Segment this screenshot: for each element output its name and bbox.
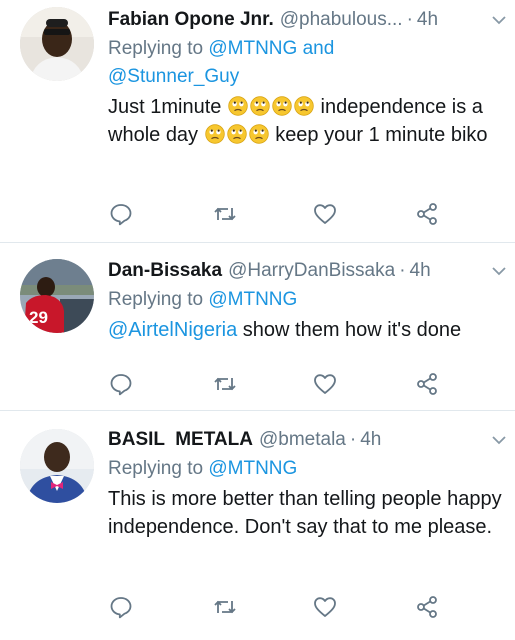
tweet-1[interactable]: Fabian Opone Jnr. @phabulous... · 4h Rep… [0,0,515,243]
mention-link[interactable]: @MTNNG [208,458,297,479]
rolling-eyes-emoji-icon [250,96,270,116]
reply-icon [110,597,132,619]
tweet-3[interactable]: BASIL METALA @bmetala · 4h Replying to @… [0,411,515,640]
jersey-number: 29 [29,308,48,327]
mention-link[interactable]: @AirtelNigeria [108,319,237,341]
reply-icon [110,374,132,396]
tweet-text-part: Just 1minute [108,96,222,118]
rolling-eyes-emoji-icon [294,96,314,116]
share-icon [417,203,437,225]
retweet-icon [214,207,236,221]
share-icon [417,373,437,395]
author-handle[interactable]: @bmetala [259,428,346,452]
tweet-header: BASIL METALA @bmetala · 4h [108,428,503,452]
heart-icon [314,374,336,394]
like-button[interactable] [312,201,338,227]
mention-link[interactable]: @MTNNG [208,289,297,310]
chevron-down-icon[interactable] [489,261,509,281]
rolling-eyes-emoji-icon [228,96,248,116]
author-name[interactable]: Fabian Opone Jnr. [108,8,274,32]
tweet-text-part: show them how it's done [237,319,462,341]
chevron-down-icon[interactable] [489,10,509,30]
avatar[interactable] [20,7,94,81]
tweet-actions [108,594,448,620]
heart-icon [314,597,336,617]
retweet-icon [214,377,236,391]
author-name[interactable]: BASIL METALA [108,428,253,452]
author-name[interactable]: Dan-Bissaka [108,259,222,283]
timestamp[interactable]: 4h [360,428,381,452]
replying-prefix: Replying to [108,289,209,310]
replying-prefix: Replying to [108,38,209,59]
mention-link[interactable]: @Stunner_Guy [108,66,239,87]
share-button[interactable] [414,594,440,620]
heart-icon [314,204,336,224]
rolling-eyes-emoji-icon [226,124,247,144]
rolling-eyes-emoji-icon [204,124,225,144]
replying-to: Replying to @MTNNG [108,455,503,483]
tweet-header: Dan-Bissaka @HarryDanBissaka · 4h [108,259,503,283]
like-button[interactable] [312,594,338,620]
rolling-eyes-emoji-icon [248,124,269,144]
tweet-header: Fabian Opone Jnr. @phabulous... · 4h [108,8,503,32]
tweet-actions [108,371,448,397]
replying-and: and [297,38,335,59]
retweet-button[interactable] [212,371,238,397]
replying-to: Replying to @MTNNG and @Stunner_Guy [108,35,503,91]
tweet-actions [108,201,448,227]
retweet-icon [214,600,236,614]
replying-to: Replying to @MTNNG [108,286,503,314]
separator-dot: · [349,429,357,450]
retweet-button[interactable] [212,594,238,620]
share-icon [417,596,437,618]
avatar[interactable] [20,429,94,503]
author-handle[interactable]: @HarryDanBissaka [228,259,395,283]
separator-dot: · [406,9,413,30]
timestamp[interactable]: 4h [417,8,438,32]
chevron-down-icon[interactable] [489,430,509,450]
timestamp[interactable]: 4h [410,259,431,283]
reply-icon [110,204,132,226]
reply-button[interactable] [108,594,134,620]
avatar[interactable]: 29 [20,259,94,333]
separator-dot: · [399,260,406,281]
like-button[interactable] [312,371,338,397]
share-button[interactable] [414,201,440,227]
tweet-text: This is more better than telling people … [108,488,502,538]
replying-prefix: Replying to [108,458,209,479]
tweet-text: Just 1minute independence is a whole day… [108,93,503,149]
author-handle[interactable]: @phabulous... [280,8,403,32]
reply-button[interactable] [108,201,134,227]
rolling-eyes-emoji-icon [272,96,292,116]
tweet-text: @AirtelNigeria show them how it's done [108,316,503,344]
retweet-button[interactable] [212,201,238,227]
mention-link[interactable]: @MTNNG [208,38,297,59]
tweet-text-part: keep your 1 minute biko [275,124,488,146]
tweet-2[interactable]: 29 Dan-Bissaka @HarryDanBissaka · 4h Rep… [0,243,515,411]
share-button[interactable] [414,371,440,397]
reply-button[interactable] [108,371,134,397]
